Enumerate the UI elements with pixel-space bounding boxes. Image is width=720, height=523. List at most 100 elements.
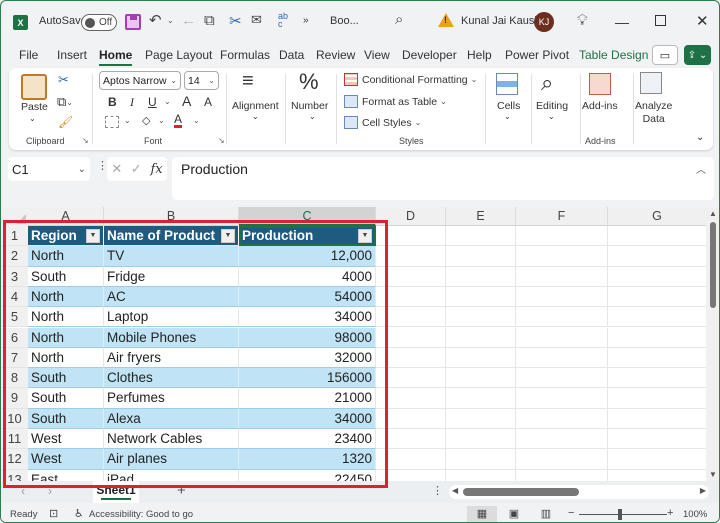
empty-cell[interactable] — [376, 368, 446, 389]
empty-cell[interactable] — [446, 347, 516, 369]
zoom-level[interactable]: 100% — [683, 509, 707, 520]
empty-cell[interactable] — [376, 327, 446, 348]
empty-cell[interactable] — [516, 368, 608, 389]
underline-button[interactable]: U — [148, 95, 157, 109]
empty-cell[interactable] — [608, 429, 707, 450]
zoom-in-button[interactable]: + — [667, 507, 673, 519]
empty-cell[interactable] — [376, 429, 446, 450]
table-cell-region[interactable]: West — [28, 449, 104, 470]
table-cell-region[interactable]: South — [28, 408, 104, 429]
cells-dropdown-icon[interactable]: ⌄ — [504, 112, 511, 121]
table-cell-production[interactable]: 98000 — [239, 327, 376, 348]
empty-cell[interactable] — [446, 286, 516, 308]
empty-cell[interactable] — [446, 307, 516, 328]
empty-cell[interactable] — [608, 307, 707, 328]
empty-cell[interactable] — [608, 246, 707, 267]
number-dropdown-icon[interactable]: ⌄ — [309, 112, 316, 121]
column-header-b[interactable]: B — [104, 207, 239, 226]
accessibility-status[interactable]: Accessibility: Good to go — [89, 509, 193, 520]
filter-dropdown-icon[interactable]: ▼ — [221, 229, 235, 243]
empty-cell[interactable] — [608, 388, 707, 409]
page-layout-view-button[interactable]: ▣ — [499, 506, 529, 522]
paste-icon[interactable] — [21, 74, 47, 100]
empty-cell[interactable] — [516, 266, 608, 287]
fill-color-icon[interactable]: ◇ — [142, 114, 150, 127]
column-header-g[interactable]: G — [608, 207, 707, 226]
confirm-entry-icon[interactable]: ✓ — [131, 161, 142, 177]
table-cell-product[interactable]: Network Cables — [104, 429, 239, 450]
font-name-select[interactable]: Aptos Narrow ⌄ — [99, 71, 181, 90]
column-header-f[interactable]: F — [516, 207, 608, 226]
table-cell-region[interactable]: South — [28, 368, 104, 389]
row-header[interactable]: 7 — [1, 347, 28, 369]
font-color-dropdown-icon[interactable]: ⌄ — [193, 116, 200, 125]
table-cell-production[interactable]: 22450 — [239, 469, 376, 481]
editing-dropdown-icon[interactable]: ⌄ — [548, 112, 555, 121]
empty-cell[interactable] — [446, 266, 516, 287]
spelling-icon[interactable]: ab c — [278, 12, 288, 29]
empty-cell[interactable] — [516, 388, 608, 409]
zoom-out-button[interactable]: − — [568, 507, 574, 519]
table-cell-production[interactable]: 4000 — [239, 266, 376, 287]
undo-icon[interactable]: ↶ — [149, 11, 162, 29]
number-button[interactable]: Number — [291, 100, 328, 112]
decrease-font-size-button[interactable]: A — [204, 95, 212, 109]
alignment-dropdown-icon[interactable]: ⌄ — [252, 112, 259, 121]
empty-cell[interactable] — [608, 368, 707, 389]
cancel-entry-icon[interactable]: ✕ — [111, 161, 122, 177]
tab-home[interactable]: Home — [99, 48, 133, 66]
table-cell-product[interactable]: Laptop — [104, 307, 239, 328]
tab-power-pivot[interactable]: Power Pivot — [505, 48, 569, 62]
add-ins-button[interactable]: Add-ins — [582, 100, 618, 112]
next-sheet-icon[interactable]: › — [48, 484, 52, 498]
empty-cell[interactable] — [516, 226, 608, 247]
table-cell-region[interactable]: South — [28, 266, 104, 287]
copy-icon[interactable]: ⧉ ⌄ — [57, 94, 73, 110]
horizontal-scrollbar[interactable]: ◀ ▶ — [449, 485, 709, 499]
table-cell-product[interactable]: Mobile Phones — [104, 327, 239, 348]
close-icon[interactable]: ✕ — [696, 12, 709, 30]
zoom-slider-thumb[interactable] — [618, 509, 622, 520]
empty-cell[interactable] — [376, 286, 446, 308]
row-header[interactable]: 10 — [1, 408, 28, 429]
insert-function-icon[interactable]: fx — [150, 162, 162, 177]
email-icon[interactable]: ✉ — [251, 12, 262, 28]
normal-view-button[interactable]: ▦ — [467, 506, 497, 522]
table-cell-region[interactable]: North — [28, 327, 104, 348]
empty-cell[interactable] — [516, 429, 608, 450]
search-icon[interactable]: ⌕ — [395, 11, 403, 28]
empty-cell[interactable] — [608, 347, 707, 369]
table-cell-region[interactable]: North — [28, 307, 104, 328]
empty-cell[interactable] — [446, 327, 516, 348]
undo-dropdown-icon[interactable]: ⌄ — [167, 16, 174, 25]
cut-icon[interactable]: ✂ — [229, 12, 242, 30]
cut-icon[interactable]: ✂ — [58, 72, 69, 88]
empty-cell[interactable] — [376, 469, 446, 481]
empty-cell[interactable] — [608, 408, 707, 429]
empty-cell[interactable] — [376, 408, 446, 429]
empty-cell[interactable] — [446, 408, 516, 429]
empty-cell[interactable] — [608, 327, 707, 348]
prev-sheet-icon[interactable]: ‹ — [21, 484, 25, 498]
empty-cell[interactable] — [376, 388, 446, 409]
table-cell-product[interactable]: Perfumes — [104, 388, 239, 409]
maximize-icon[interactable] — [655, 15, 666, 26]
table-cell-region[interactable]: North — [28, 286, 104, 308]
save-icon[interactable] — [125, 14, 141, 30]
row-header[interactable]: 2 — [1, 246, 28, 267]
vertical-scrollbar[interactable]: ▲ ▼ — [706, 207, 719, 481]
collapse-ribbon-icon[interactable]: ⌄ — [696, 132, 704, 143]
empty-cell[interactable] — [446, 449, 516, 470]
table-cell-production[interactable]: 12,000 — [239, 246, 376, 267]
empty-cell[interactable] — [446, 469, 516, 481]
tab-page-layout[interactable]: Page Layout — [145, 48, 212, 62]
minimize-icon[interactable]: — — [615, 14, 629, 30]
table-header-cell[interactable]: Region ▼ — [28, 226, 104, 247]
empty-cell[interactable] — [516, 327, 608, 348]
filter-dropdown-icon[interactable]: ▼ — [358, 229, 372, 243]
table-header-cell[interactable]: Name of Product ▼ — [104, 226, 239, 247]
row-header[interactable]: 5 — [1, 307, 28, 328]
table-cell-production[interactable]: 23400 — [239, 429, 376, 450]
add-sheet-button[interactable]: + — [177, 482, 186, 499]
table-cell-production[interactable]: 156000 — [239, 368, 376, 389]
